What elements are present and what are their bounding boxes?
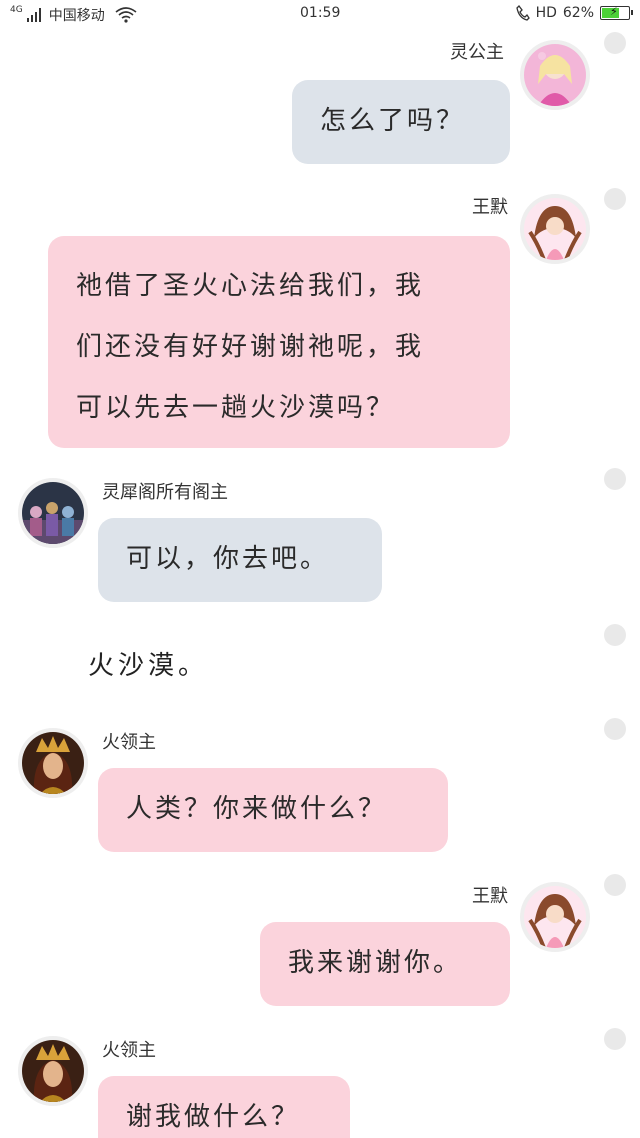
wifi-icon	[115, 7, 137, 23]
message-line: 可以先去一趟火沙漠吗？	[76, 393, 396, 423]
message-line: 祂借了圣火心法给我们，我	[76, 271, 425, 301]
sender-name: 灵公主	[450, 42, 504, 63]
hd-icon: HD	[535, 5, 557, 21]
carrier-name: 中国移动	[48, 8, 105, 24]
scene-text[interactable]: 火沙漠。	[88, 645, 208, 682]
clock: 01:59	[300, 5, 341, 21]
signal-icon	[26, 8, 41, 22]
message-bubble[interactable]: 可以，你去吧。	[98, 518, 382, 602]
fire-lord-avatar[interactable]	[18, 1036, 88, 1106]
group-avatar[interactable]	[18, 478, 88, 548]
select-radio[interactable]	[604, 32, 626, 54]
sender-name: 灵犀阁所有阁主	[102, 482, 228, 503]
sender-name: 王默	[472, 197, 508, 218]
select-radio[interactable]	[604, 188, 626, 210]
select-radio[interactable]	[604, 468, 626, 490]
select-radio[interactable]	[604, 624, 626, 646]
message-line: 们还没有好好谢谢祂呢，我	[76, 332, 425, 362]
message-bubble[interactable]: 怎么了吗？	[292, 80, 510, 164]
princess-pink-avatar[interactable]	[520, 40, 590, 110]
sender-name: 火领主	[102, 732, 156, 753]
fire-lord-avatar[interactable]	[18, 728, 88, 798]
call-icon	[515, 5, 530, 21]
battery-icon: ⚡	[600, 5, 633, 20]
network-type: 4G	[10, 4, 23, 15]
message-bubble[interactable]: 人类？你来做什么？	[98, 768, 448, 852]
sender-name: 火领主	[102, 1040, 156, 1061]
select-radio[interactable]	[604, 718, 626, 740]
wangmo-avatar[interactable]	[520, 882, 590, 952]
status-bar: 4G 中国移动 01:59 HD 62% ⚡	[0, 0, 640, 30]
sender-name: 王默	[472, 886, 508, 907]
wangmo-avatar[interactable]	[520, 194, 590, 264]
message-bubble[interactable]: 祂借了圣火心法给我们，我 们还没有好好谢谢祂呢，我 可以先去一趟火沙漠吗？	[48, 236, 510, 448]
select-radio[interactable]	[604, 1028, 626, 1050]
battery-percent: 62%	[562, 5, 594, 21]
message-bubble[interactable]: 我来谢谢你。	[260, 922, 510, 1006]
select-radio[interactable]	[604, 874, 626, 896]
message-bubble[interactable]: 谢我做什么？	[98, 1076, 350, 1138]
